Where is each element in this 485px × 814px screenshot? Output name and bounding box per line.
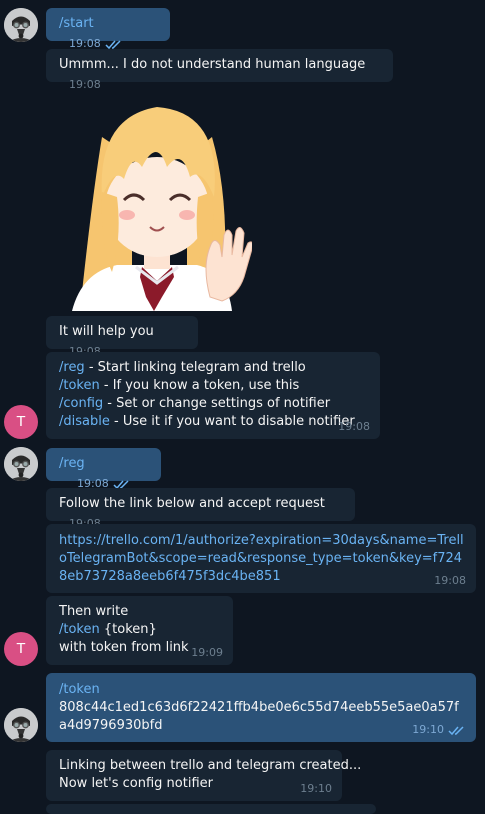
command-line: /disable - Use it if you want to disable…: [59, 414, 355, 429]
command-link[interactable]: /reg: [59, 456, 85, 471]
token-value: 808c44c1ed1c63d6f22421ffb4be0e6c55d74eeb…: [59, 700, 459, 733]
message-text: Then write: [59, 604, 129, 619]
gas-mask-icon: [4, 8, 38, 42]
message-text: It will help you: [59, 324, 154, 339]
user-avatar[interactable]: [4, 708, 38, 742]
message-command-list[interactable]: /reg - Start linking telegram and trello…: [46, 352, 380, 439]
bot-avatar[interactable]: T: [4, 405, 38, 439]
command-link[interactable]: /disable: [59, 414, 110, 429]
message-incoming[interactable]: Then write /token {token} with token fro…: [46, 596, 233, 665]
message-time: 19:08: [434, 574, 466, 587]
message-text: Linking between trello and telegram crea…: [59, 758, 362, 773]
message-incoming[interactable]: Follow the link below and accept request…: [46, 488, 355, 530]
message-time: 19:08: [69, 78, 101, 91]
command-line: /config - Set or change settings of noti…: [59, 396, 331, 411]
command-line: /token - If you know a token, use this: [59, 378, 300, 393]
message-incoming[interactable]: Ummm... I do not understand human langua…: [46, 49, 393, 91]
command-link[interactable]: /token: [59, 622, 100, 637]
command-link[interactable]: /token: [59, 682, 100, 697]
message-text: Now let's config notifier: [59, 776, 213, 791]
message-time: 19:09: [191, 646, 223, 659]
command-link[interactable]: /start: [59, 16, 94, 31]
gas-mask-icon: [4, 447, 38, 481]
message-outgoing-token[interactable]: /token 808c44c1ed1c63d6f22421ffb4be0e6c5…: [46, 673, 476, 742]
message-time: 19:10: [412, 723, 466, 736]
message-incoming[interactable]: It will help you 19:08: [46, 316, 198, 358]
message-incoming-partial[interactable]: [46, 804, 376, 814]
double-check-icon: [448, 726, 464, 736]
user-avatar[interactable]: [4, 447, 38, 481]
command-link[interactable]: /config: [59, 396, 103, 411]
bot-avatar[interactable]: T: [4, 632, 38, 666]
message-outgoing-start[interactable]: /start 19:08: [46, 8, 170, 50]
message-incoming[interactable]: Linking between trello and telegram crea…: [46, 750, 362, 801]
message-text: Follow the link below and accept request: [59, 496, 325, 511]
message-outgoing-reg[interactable]: /reg 19:08: [46, 448, 161, 490]
message-time: 19:10: [300, 782, 332, 795]
user-avatar[interactable]: [4, 8, 38, 42]
command-line: /reg - Start linking telegram and trello: [59, 360, 306, 375]
message-authorize-link[interactable]: https://trello.com/1/authorize?expiratio…: [46, 524, 476, 593]
command-link[interactable]: /reg: [59, 360, 85, 375]
anime-girl-waving-sticker[interactable]: [62, 97, 252, 311]
authorize-link[interactable]: https://trello.com/1/authorize?expiratio…: [59, 533, 464, 584]
command-link[interactable]: /token: [59, 378, 100, 393]
message-text: Ummm... I do not understand human langua…: [59, 57, 366, 72]
message-time: 19:08: [338, 420, 370, 433]
gas-mask-icon: [4, 708, 38, 742]
